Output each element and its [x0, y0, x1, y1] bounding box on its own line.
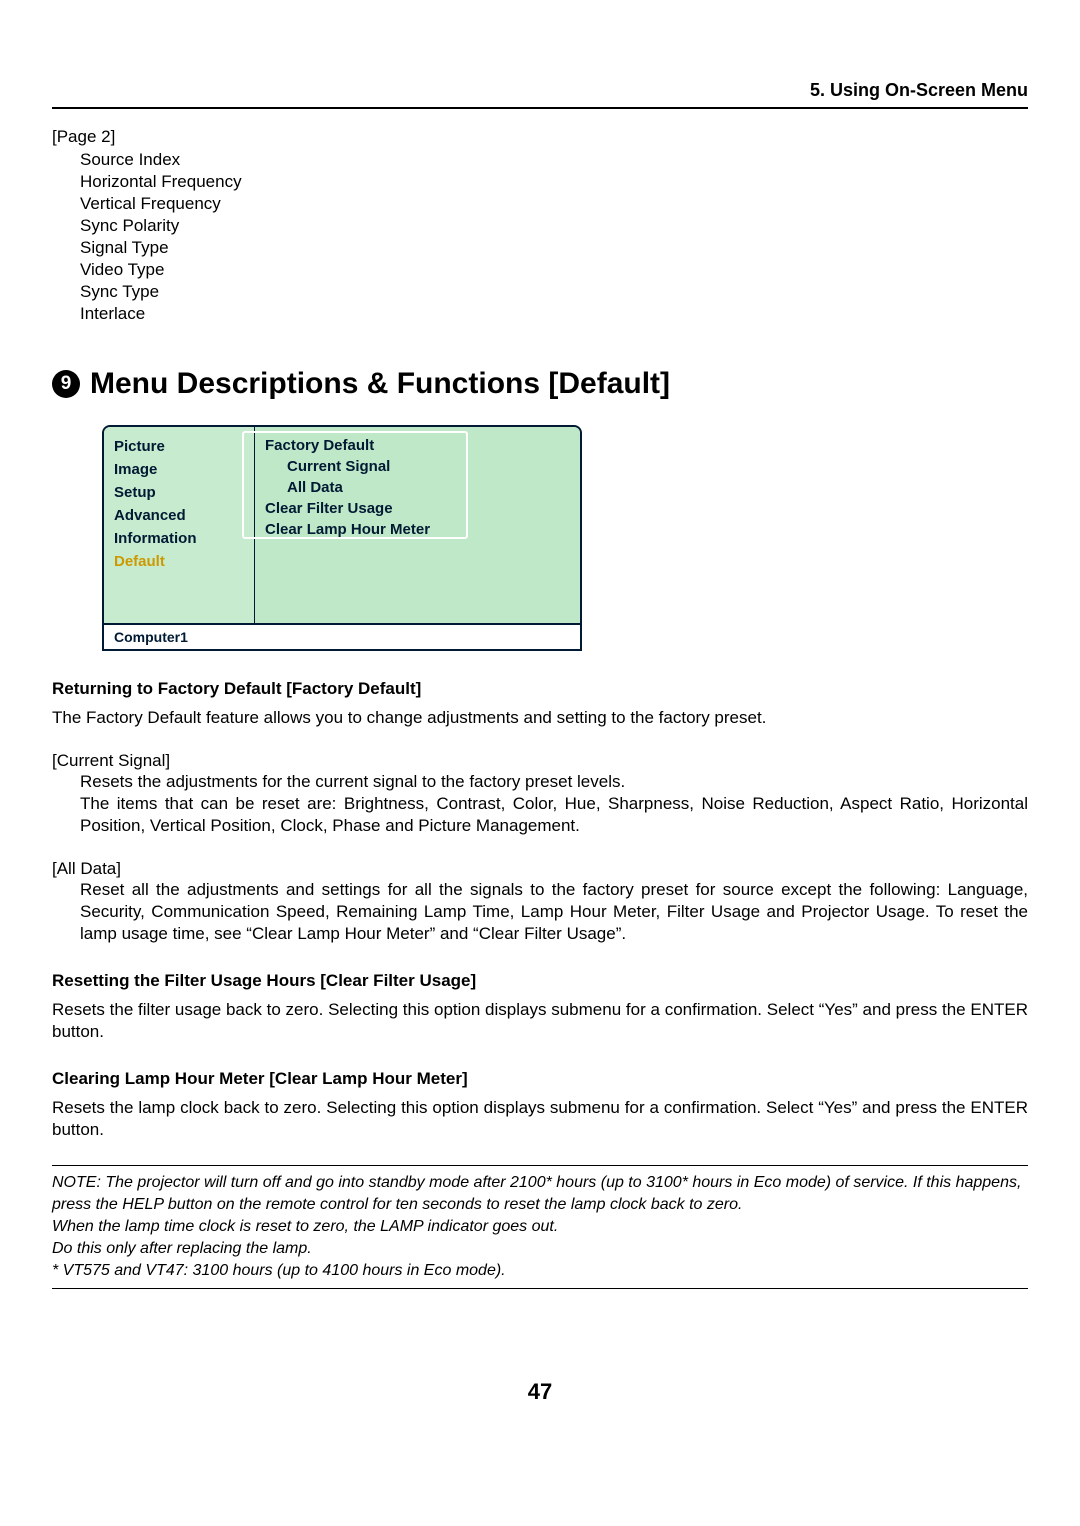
osd-option: Clear Filter Usage	[265, 498, 570, 519]
list-item: Video Type	[80, 259, 1028, 281]
body-line: Resets the adjustments for the current s…	[80, 772, 625, 791]
osd-left-panel: Picture Image Setup Advanced Information…	[104, 427, 255, 623]
list-item: Sync Type	[80, 281, 1028, 303]
all-data-label: [All Data]	[52, 859, 1028, 879]
osd-menu-item: Picture	[114, 435, 244, 458]
subhead-factory-default: Returning to Factory Default [Factory De…	[52, 679, 1028, 699]
note-line: * VT575 and VT47: 3100 hours (up to 4100…	[52, 1260, 1028, 1282]
main-heading: 9 Menu Descriptions & Functions [Default…	[52, 367, 1028, 401]
osd-option: Current Signal	[265, 456, 570, 477]
body-text: Resets the filter usage back to zero. Se…	[52, 999, 1028, 1043]
section-header: 5. Using On-Screen Menu	[52, 80, 1028, 109]
all-data-body: Reset all the adjustments and settings f…	[80, 879, 1028, 945]
body-text: The Factory Default feature allows you t…	[52, 707, 1028, 729]
osd-option: Clear Lamp Hour Meter	[265, 519, 570, 540]
osd-menu-item: Setup	[114, 481, 244, 504]
body-text: Resets the lamp clock back to zero. Sele…	[52, 1097, 1028, 1141]
osd-right-panel: Factory Default Current Signal All Data …	[255, 427, 580, 623]
note-box: NOTE: The projector will turn off and go…	[52, 1165, 1028, 1289]
subhead-clear-lamp: Clearing Lamp Hour Meter [Clear Lamp Hou…	[52, 1069, 1028, 1089]
osd-menu-item: Image	[114, 458, 244, 481]
list-item: Interlace	[80, 303, 1028, 325]
list-item: Vertical Frequency	[80, 193, 1028, 215]
osd-menu-item: Information	[114, 527, 244, 550]
osd-menu-screenshot: Picture Image Setup Advanced Information…	[102, 425, 582, 651]
note-line: NOTE: The projector will turn off and go…	[52, 1172, 1028, 1216]
osd-menu-item: Advanced	[114, 504, 244, 527]
list-item: Signal Type	[80, 237, 1028, 259]
main-heading-text: Menu Descriptions & Functions [Default]	[90, 367, 670, 401]
page-2-label: [Page 2]	[52, 127, 1028, 147]
note-line: When the lamp time clock is reset to zer…	[52, 1216, 1028, 1238]
page-number: 47	[52, 1379, 1028, 1405]
note-line: Do this only after replacing the lamp.	[52, 1238, 1028, 1260]
body-line: The items that can be reset are: Brightn…	[80, 794, 1028, 835]
osd-menu-item-selected: Default	[114, 550, 244, 573]
page-2-list: Source Index Horizontal Frequency Vertic…	[80, 149, 1028, 325]
osd-option: All Data	[265, 477, 570, 498]
list-item: Horizontal Frequency	[80, 171, 1028, 193]
list-item: Source Index	[80, 149, 1028, 171]
subhead-clear-filter: Resetting the Filter Usage Hours [Clear …	[52, 971, 1028, 991]
osd-status-bar: Computer1	[104, 623, 580, 649]
osd-option: Factory Default	[265, 435, 570, 456]
circled-number-icon: 9	[52, 370, 80, 398]
current-signal-body: Resets the adjustments for the current s…	[80, 771, 1028, 837]
list-item: Sync Polarity	[80, 215, 1028, 237]
current-signal-label: [Current Signal]	[52, 751, 1028, 771]
